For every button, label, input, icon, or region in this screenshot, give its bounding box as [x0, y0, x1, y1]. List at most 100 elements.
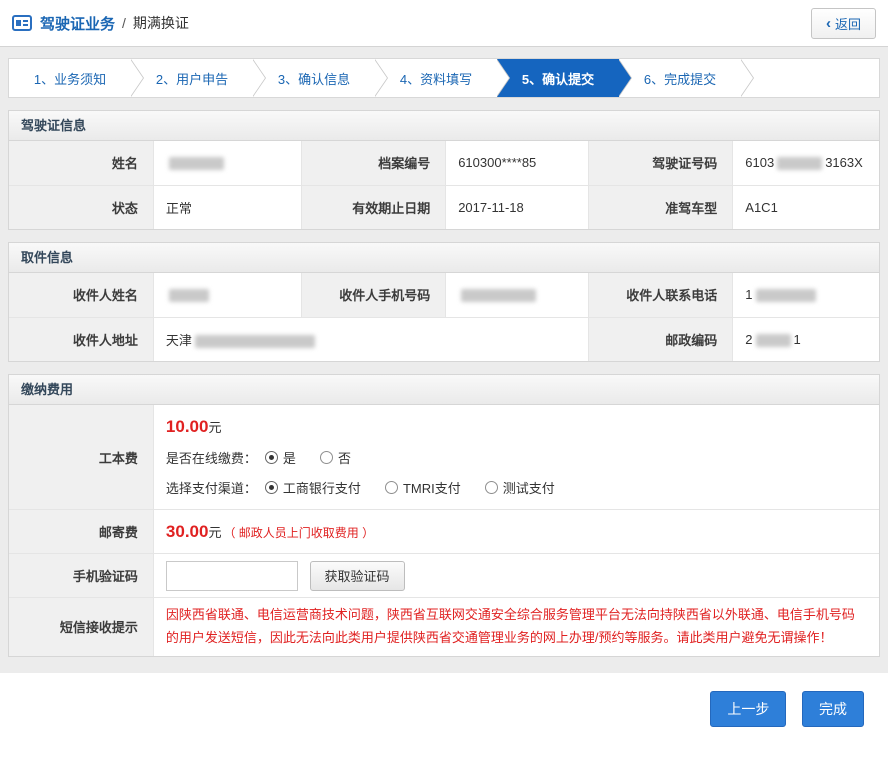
- step-label: 5、确认提交: [522, 69, 594, 88]
- step-label: 6、完成提交: [644, 69, 716, 88]
- sms-notice-label: 短信接收提示: [9, 598, 153, 656]
- vehicle-class-value: A1C1: [733, 185, 879, 229]
- page-title: 驾驶证业务: [40, 13, 115, 34]
- recipient-mobile-value: [446, 273, 589, 317]
- radio-icon[interactable]: [265, 481, 278, 494]
- radio-icon[interactable]: [485, 481, 498, 494]
- sms-code-label: 手机验证码: [9, 554, 153, 598]
- recipient-address-label: 收件人地址: [9, 317, 153, 361]
- redacted-value: [756, 289, 816, 302]
- fee-cell: 10.00元 是否在线缴费： 是 否 选择支付渠道：: [153, 405, 879, 510]
- redacted-value: [169, 289, 209, 302]
- payment-table: 工本费 10.00元 是否在线缴费： 是 否 选: [9, 405, 879, 656]
- zip-code-label: 邮政编码: [588, 317, 732, 361]
- radio-icon[interactable]: [320, 451, 333, 464]
- postage-amount: 30.00: [166, 522, 209, 541]
- pickup-info-section: 取件信息 收件人姓名 收件人手机号码 收件人联系电话 1 收件人地址 天津 邮政…: [8, 242, 880, 362]
- step-label: 2、用户申告: [156, 69, 228, 88]
- wizard-steps: 1、业务须知 2、用户申告 3、确认信息 4、资料填写 5、确认提交 6、完成提…: [8, 58, 880, 98]
- recipient-tel-label: 收件人联系电话: [588, 273, 732, 317]
- online-pay-no-radio[interactable]: 否: [320, 448, 351, 467]
- fee-amount: 10.00: [166, 417, 209, 436]
- prev-step-button[interactable]: 上一步: [710, 691, 786, 727]
- name-value: [153, 141, 301, 185]
- channel-test-radio[interactable]: 测试支付: [485, 478, 555, 497]
- recipient-address-value: 天津: [153, 317, 588, 361]
- get-code-button[interactable]: 获取验证码: [310, 561, 405, 591]
- top-header: 驾驶证业务 / 期满换证 ‹ 返回: [0, 0, 888, 47]
- step-label: 3、确认信息: [278, 69, 350, 88]
- recipient-mobile-label: 收件人手机号码: [301, 273, 445, 317]
- page-subtitle: 期满换证: [133, 13, 189, 33]
- wizard-step-3: 3、确认信息: [253, 59, 375, 97]
- table-row: 手机验证码 获取验证码: [9, 554, 879, 598]
- file-number-label: 档案编号: [301, 141, 445, 185]
- online-pay-label: 是否在线缴费：: [166, 448, 257, 467]
- file-number-value: 610300****85: [446, 141, 589, 185]
- status-value: 正常: [153, 185, 301, 229]
- fee-amount-line: 10.00元: [166, 417, 867, 437]
- license-number-value: 61033163X: [733, 141, 879, 185]
- online-pay-yes-radio[interactable]: 是: [265, 448, 296, 467]
- license-number-label: 驾驶证号码: [588, 141, 732, 185]
- wizard-step-2: 2、用户申告: [131, 59, 253, 97]
- pay-channel-label: 选择支付渠道：: [166, 478, 257, 497]
- sms-notice-cell: 因陕西省联通、电信运营商技术问题，陕西省互联网交通安全综合服务管理平台无法向持陕…: [153, 598, 879, 656]
- license-section-title: 驾驶证信息: [9, 111, 879, 141]
- title-separator: /: [122, 15, 126, 31]
- online-pay-row: 是否在线缴费： 是 否: [166, 448, 867, 467]
- pickup-section-title: 取件信息: [9, 243, 879, 273]
- radio-icon[interactable]: [385, 481, 398, 494]
- wizard-step-1: 1、业务须知: [9, 59, 131, 97]
- table-row: 短信接收提示 因陕西省联通、电信运营商技术问题，陕西省互联网交通安全综合服务管理…: [9, 598, 879, 656]
- expiry-value: 2017-11-18: [446, 185, 589, 229]
- radio-label: 工商银行支付: [283, 478, 361, 497]
- expiry-label: 有效期止日期: [301, 185, 445, 229]
- recipient-name-value: [153, 273, 301, 317]
- redacted-value: [461, 289, 536, 302]
- redacted-value: [169, 157, 224, 170]
- back-button[interactable]: ‹ 返回: [811, 8, 876, 39]
- recipient-tel-value: 1: [733, 273, 879, 317]
- recipient-name-label: 收件人姓名: [9, 273, 153, 317]
- radio-label: TMRI支付: [403, 478, 461, 497]
- zip-suffix: 1: [794, 332, 801, 347]
- table-row: 状态 正常 有效期止日期 2017-11-18 准驾车型 A1C1: [9, 185, 879, 229]
- sms-code-cell: 获取验证码: [153, 554, 879, 598]
- name-label: 姓名: [9, 141, 153, 185]
- table-row: 收件人姓名 收件人手机号码 收件人联系电话 1: [9, 273, 879, 317]
- zip-prefix: 2: [745, 332, 752, 347]
- steps-filler: [741, 59, 879, 97]
- tel-prefix: 1: [745, 287, 752, 302]
- redacted-value: [195, 335, 315, 348]
- back-button-label: 返回: [835, 14, 861, 33]
- zip-code-value: 21: [733, 317, 879, 361]
- pay-channel-row: 选择支付渠道： 工商银行支付 TMRI支付 测试支付: [166, 478, 867, 497]
- fee-unit: 元: [208, 420, 221, 435]
- license-card-icon: [12, 15, 32, 31]
- license-info-section: 驾驶证信息 姓名 档案编号 610300****85 驾驶证号码 6103316…: [8, 110, 880, 230]
- redacted-value: [777, 157, 822, 170]
- license-info-table: 姓名 档案编号 610300****85 驾驶证号码 61033163X 状态 …: [9, 141, 879, 229]
- channel-icbc-radio[interactable]: 工商银行支付: [265, 478, 361, 497]
- license-number-suffix: 3163X: [825, 155, 863, 170]
- redacted-value: [756, 334, 791, 347]
- table-row: 收件人地址 天津 邮政编码 21: [9, 317, 879, 361]
- channel-tmri-radio[interactable]: TMRI支付: [385, 478, 461, 497]
- sms-code-input[interactable]: [166, 561, 298, 591]
- radio-icon[interactable]: [265, 451, 278, 464]
- footer-actions: 上一步 完成: [0, 673, 888, 765]
- radio-label: 是: [283, 448, 296, 467]
- wizard-step-4: 4、资料填写: [375, 59, 497, 97]
- finish-button[interactable]: 完成: [802, 691, 864, 727]
- step-label: 1、业务须知: [34, 69, 106, 88]
- postage-note: （ 邮政人员上门收取费用 ）: [223, 526, 374, 540]
- status-label: 状态: [9, 185, 153, 229]
- radio-label: 否: [338, 448, 351, 467]
- address-prefix: 天津: [166, 333, 192, 348]
- wizard-step-6: 6、完成提交: [619, 59, 741, 97]
- table-row: 姓名 档案编号 610300****85 驾驶证号码 61033163X: [9, 141, 879, 185]
- payment-section-title: 缴纳费用: [9, 375, 879, 405]
- postage-label: 邮寄费: [9, 510, 153, 554]
- radio-label: 测试支付: [503, 478, 555, 497]
